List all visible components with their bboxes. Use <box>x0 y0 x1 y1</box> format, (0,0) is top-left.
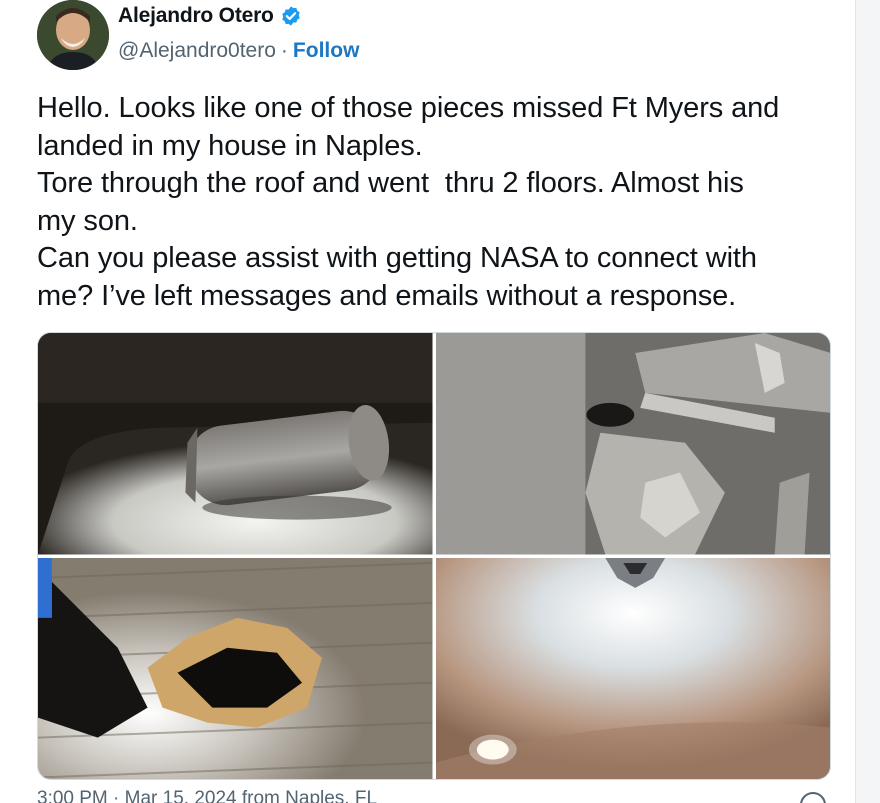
info-icon[interactable] <box>800 792 826 803</box>
verified-badge-icon <box>281 6 300 26</box>
handle-separator: · <box>280 39 288 62</box>
photo-debris-cylinder[interactable] <box>38 333 433 555</box>
tweet-card: Alejandro Otero @Alejandro0tero · Follow… <box>0 0 855 803</box>
photo-roof-hole[interactable] <box>435 333 830 555</box>
follow-button[interactable]: Follow <box>293 39 360 63</box>
photo-ceiling-hole[interactable] <box>435 557 830 779</box>
page-scroll-edge <box>855 0 880 803</box>
avatar-photo <box>37 0 109 70</box>
author-handle-row: @Alejandro0tero · Follow <box>118 39 359 63</box>
author-display-name[interactable]: Alejandro Otero <box>118 4 274 28</box>
avatar[interactable] <box>37 0 109 70</box>
author-name-row: Alejandro Otero <box>118 4 302 28</box>
tweet-timestamp[interactable]: 3:00 PM · Mar 15, 2024 from Naples, FL <box>37 788 377 803</box>
media-grid <box>37 332 831 780</box>
author-handle[interactable]: @Alejandro0tero <box>118 39 276 63</box>
photo-floor-hole[interactable] <box>38 557 433 779</box>
tweet-text: Hello. Looks like one of those pieces mi… <box>37 92 780 312</box>
